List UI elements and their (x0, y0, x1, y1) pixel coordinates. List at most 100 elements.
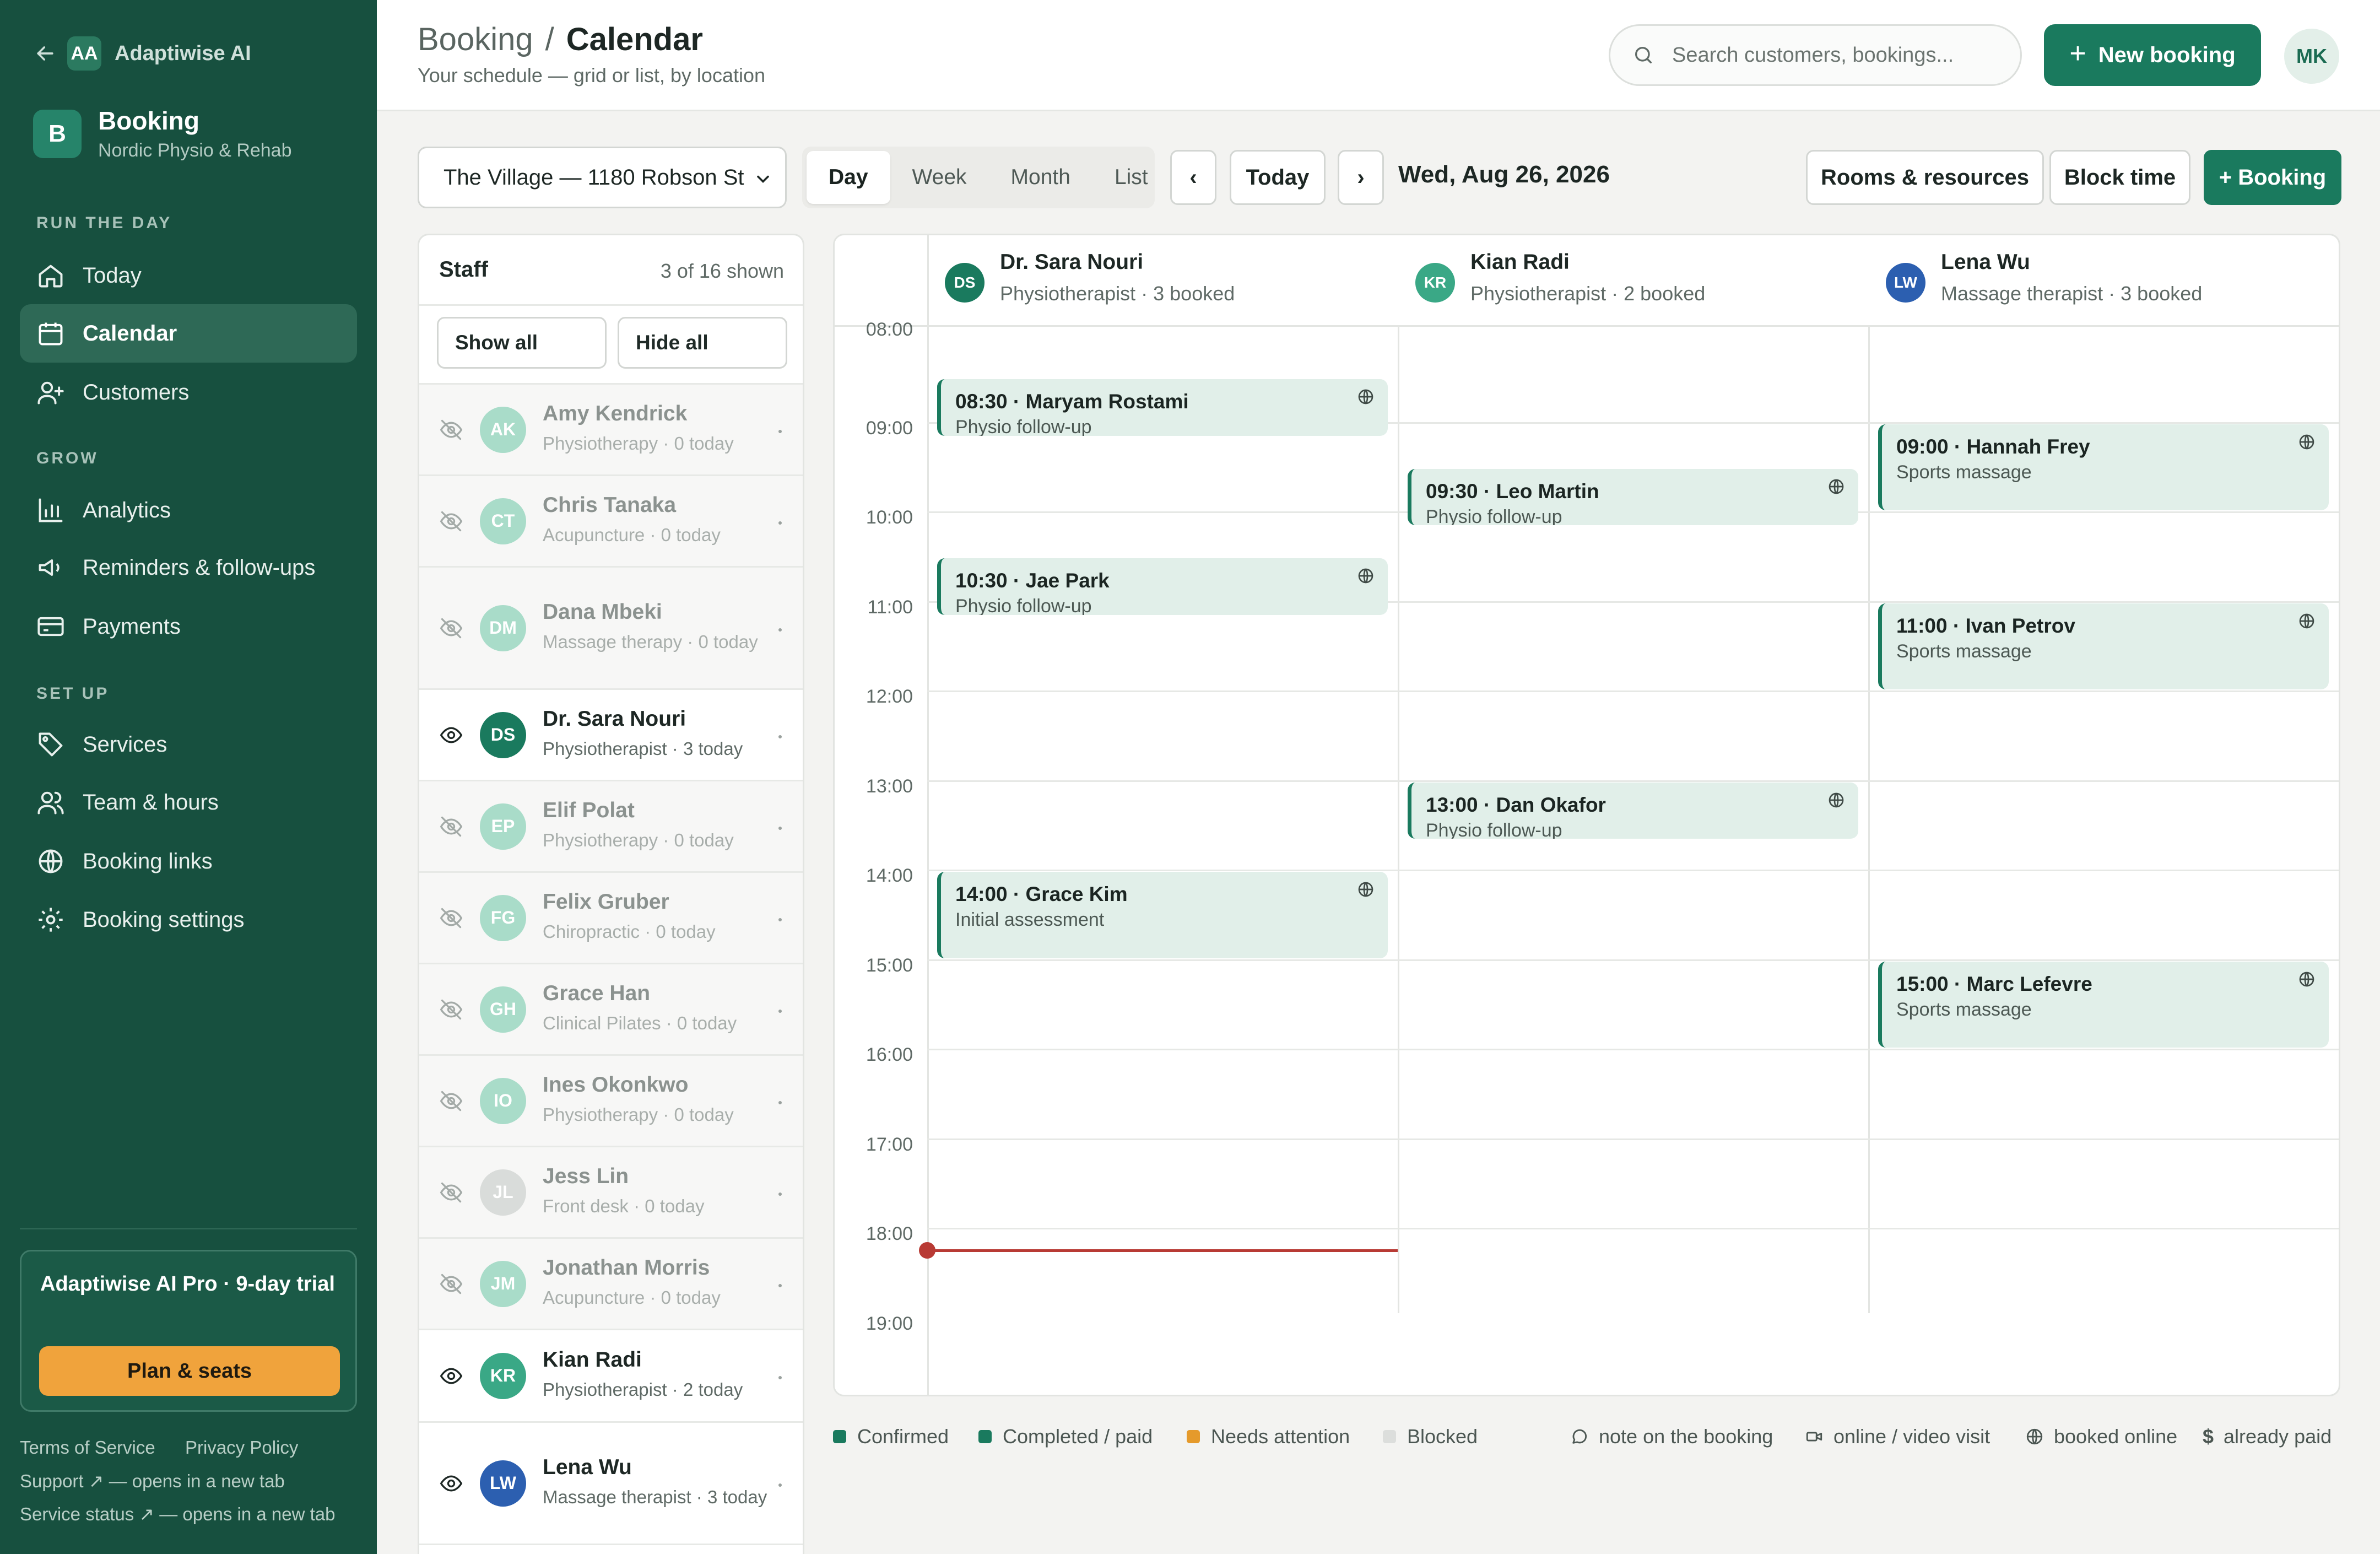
staff-menu-icon[interactable] (778, 918, 782, 921)
staff-menu-icon[interactable] (778, 1483, 782, 1487)
booking-event[interactable]: 15:00 · Marc Lefevre Sports massage (1878, 961, 2329, 1048)
booking-event[interactable]: 09:00 · Hannah Frey Sports massage (1878, 424, 2329, 510)
staff-menu-icon[interactable] (778, 628, 782, 632)
staff-row[interactable]: IO Ines Okonkwo Physiotherapy · 0 today (419, 1056, 803, 1147)
hide-all-button[interactable]: Hide all (618, 317, 787, 369)
nav-item-team[interactable]: Team & hours (20, 773, 357, 832)
privacy-link[interactable]: Privacy Policy (185, 1437, 298, 1458)
booking-event[interactable]: 11:00 · Ivan Petrov Sports massage (1878, 603, 2329, 689)
staff-row[interactable]: DS Dr. Sara Nouri Physiotherapist · 3 toda… (419, 690, 803, 781)
staff-row[interactable]: JL Jess Lin Front desk · 0 today (419, 1147, 803, 1239)
staff-menu-icon[interactable] (778, 1375, 782, 1379)
nav-item-links[interactable]: Booking links (20, 832, 357, 891)
nav-item-settings[interactable]: Booking settings (20, 891, 357, 949)
legend-paid: $ already paid (2203, 1423, 2332, 1450)
eye-off-icon[interactable] (439, 906, 463, 930)
prev-day-button[interactable]: ‹ (1170, 150, 1216, 205)
legend-confirmed: Confirmed (833, 1423, 949, 1450)
staff-role: Front desk · 0 today (543, 1195, 705, 1216)
eye-off-icon[interactable] (439, 1089, 463, 1113)
block-time-button[interactable]: Block time (2049, 150, 2190, 205)
eye-off-icon[interactable] (439, 814, 463, 839)
column-name: Lena Wu (1941, 250, 2030, 274)
eye-icon[interactable] (439, 723, 463, 747)
eye-icon[interactable] (439, 1471, 463, 1496)
booking-event[interactable]: 10:30 · Jae Park Physio follow-up (937, 558, 1388, 615)
staff-name: Felix Gruber (543, 889, 669, 914)
booking-event[interactable]: 09:30 · Leo Martin Physio follow-up (1408, 468, 1858, 526)
today-button[interactable]: Today (1230, 150, 1326, 205)
terms-link[interactable]: Terms of Service (20, 1437, 155, 1458)
trial-card: Adaptiwise AI Pro · 9-day trial Plan & s… (20, 1250, 357, 1412)
nav-item-customers[interactable]: Customers (20, 363, 357, 422)
booking-event[interactable]: 14:00 · Grace Kim Initial assessment (937, 872, 1388, 958)
staff-role: Physiotherapy · 0 today (543, 1104, 734, 1125)
nav-section-grow: GROW (36, 449, 99, 467)
booking-event[interactable]: 13:00 · Dan Okafor Physio follow-up (1408, 782, 1858, 839)
show-all-button[interactable]: Show all (437, 317, 607, 369)
eye-off-icon[interactable] (439, 509, 463, 533)
staff-avatar: AK (480, 406, 526, 453)
location-select[interactable]: The Village — 1180 Robson St (418, 147, 787, 208)
support-link[interactable]: Support ↗ — opens in a new tab (20, 1470, 285, 1492)
staff-name: Ines Okonkwo (543, 1072, 689, 1097)
staff-row[interactable]: CT Chris Tanaka Acupuncture · 0 today (419, 476, 803, 568)
staff-avatar: DM (480, 605, 526, 651)
staff-row[interactable]: GH Grace Han Clinical Pilates · 0 today (419, 964, 803, 1056)
staff-row[interactable]: DM Dana Mbeki Massage therapy · 0 today (419, 568, 803, 690)
staff-menu-icon[interactable] (778, 826, 782, 830)
eye-off-icon[interactable] (439, 616, 463, 640)
plan-seats-button[interactable]: Plan & seats (39, 1346, 340, 1396)
search-input[interactable] (1672, 43, 2014, 67)
new-booking-button[interactable]: + New booking (2044, 24, 2261, 86)
staff-row[interactable]: JM Jonathan Morris Acupuncture · 0 today (419, 1239, 803, 1330)
staff-menu-icon[interactable] (778, 735, 782, 738)
eye-off-icon[interactable] (439, 1272, 463, 1296)
staff-role: Clinical Pilates · 0 today (543, 1012, 737, 1033)
column-text: Dr. Sara Nouri Physiotherapist · 3 booked (1000, 247, 1235, 310)
rooms-resources-button[interactable]: Rooms & resources (1806, 150, 2044, 205)
booking-event[interactable]: 08:30 · Maryam Rostami Physio follow-up (937, 379, 1388, 436)
eye-off-icon[interactable] (439, 997, 463, 1022)
staff-name: Dr. Sara Nouri (543, 706, 686, 731)
eye-off-icon[interactable] (439, 418, 463, 442)
staff-menu-icon[interactable] (778, 1192, 782, 1196)
staff-row[interactable]: KR Kian Radi Physiotherapist · 2 today (419, 1330, 803, 1423)
view-tab-list[interactable]: List (1092, 151, 1170, 204)
nav-item-services[interactable]: Services (20, 715, 357, 774)
staff-text: Ines Okonkwo Physiotherapy · 0 today (543, 1071, 774, 1131)
staff-menu-icon[interactable] (778, 1100, 782, 1104)
search-box[interactable] (1609, 24, 2022, 86)
staff-menu-icon[interactable] (778, 429, 782, 433)
brand-row[interactable]: AA Adaptiwise AI (33, 34, 251, 73)
app-switcher[interactable]: B Booking Nordic Physio & Rehab (33, 106, 292, 161)
staff-menu-icon[interactable] (778, 1283, 782, 1287)
staff-row[interactable]: AK Amy Kendrick Physiotherapy · 0 today (419, 385, 803, 476)
legend-swatch (1187, 1430, 1200, 1443)
nav-label: Booking settings (83, 907, 245, 932)
staff-menu-icon[interactable] (778, 521, 782, 525)
nav-item-analytics[interactable]: Analytics (20, 481, 357, 539)
hour-label: 19:00 (866, 1313, 913, 1334)
eye-icon[interactable] (439, 1364, 463, 1388)
app-badge: B (33, 109, 82, 158)
user-avatar[interactable]: MK (2284, 29, 2339, 84)
back-arrow-icon[interactable] (33, 41, 57, 66)
staff-row[interactable]: EP Elif Polat Physiotherapy · 0 today (419, 781, 803, 873)
view-tab-day[interactable]: Day (807, 151, 890, 204)
next-day-button[interactable]: › (1338, 150, 1384, 205)
staff-row[interactable]: LW Lena Wu Massage therapist · 3 today (419, 1423, 803, 1545)
staff-menu-icon[interactable] (778, 1009, 782, 1013)
nav-item-calendar[interactable]: Calendar (20, 304, 357, 363)
nav-item-payments[interactable]: Payments (20, 597, 357, 656)
nav-item-today[interactable]: Today (20, 246, 357, 305)
nav-label: Reminders & follow-ups (83, 555, 316, 580)
nav-item-reminders[interactable]: Reminders & follow-ups (20, 538, 357, 597)
status-link[interactable]: Service status ↗ — opens in a new tab (20, 1503, 335, 1525)
add-booking-button[interactable]: + Booking (2204, 150, 2341, 205)
view-tab-week[interactable]: Week (890, 151, 989, 204)
eye-off-icon[interactable] (439, 1180, 463, 1205)
staff-row[interactable]: FG Felix Gruber Chiropractic · 0 today (419, 873, 803, 964)
view-tab-month[interactable]: Month (989, 151, 1092, 204)
breadcrumb-parent[interactable]: Booking (418, 21, 533, 58)
